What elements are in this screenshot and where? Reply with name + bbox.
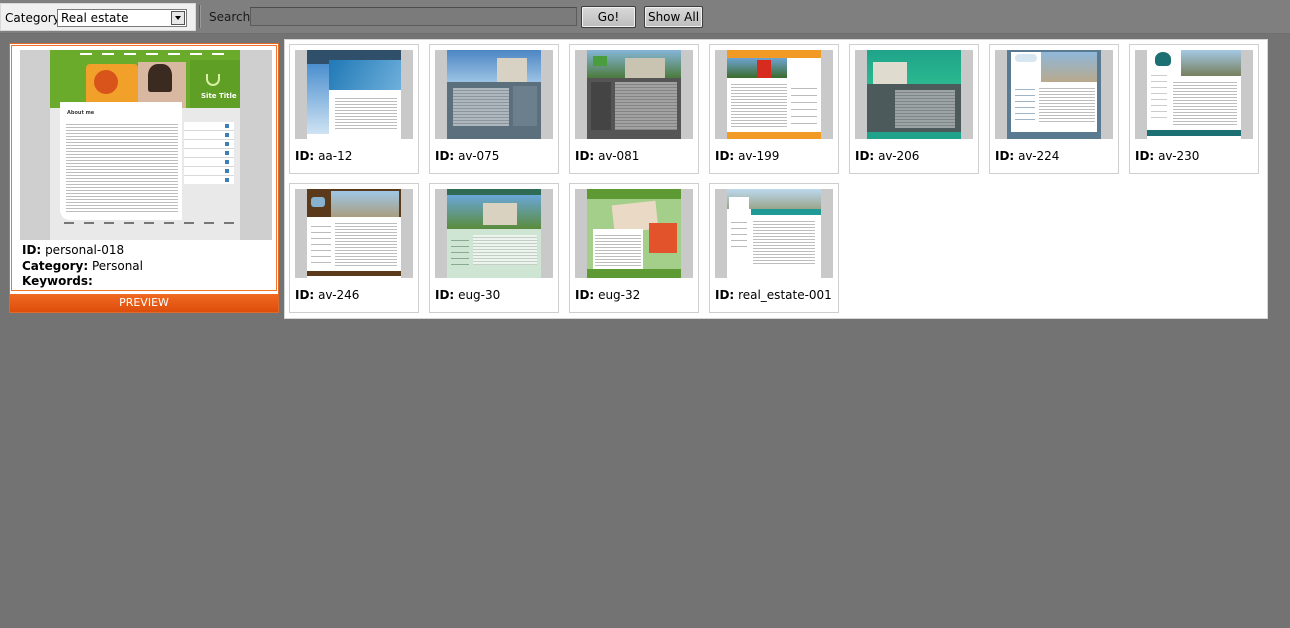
template-id: ID: av-224 [995, 149, 1059, 163]
mock-page [307, 50, 401, 139]
category-filter: Category Real estate [0, 3, 196, 31]
selected-category-label: Category: [22, 258, 89, 273]
template-thumbnail[interactable] [435, 50, 553, 139]
mock-footer [64, 222, 234, 224]
template-id: ID: av-081 [575, 149, 639, 163]
show-all-button[interactable]: Show All [644, 6, 703, 28]
mock-nav [50, 52, 240, 58]
selected-keywords-row: Keywords: [22, 274, 143, 290]
mock-heading: About me [67, 110, 95, 116]
template-id: ID: av-246 [295, 288, 359, 302]
template-id-label: ID: [295, 288, 315, 302]
template-thumbnail[interactable] [1135, 50, 1253, 139]
template-thumbnail[interactable] [295, 189, 413, 278]
template-id-value: av-246 [318, 288, 360, 302]
template-tile[interactable]: ID: av-081 [569, 44, 699, 174]
selected-id-label: ID: [22, 243, 42, 257]
mock-page [447, 50, 541, 139]
template-id-label: ID: [435, 149, 455, 163]
template-tile[interactable]: ID: eug-30 [429, 183, 559, 313]
chevron-down-icon[interactable] [171, 11, 185, 25]
template-thumbnail[interactable] [295, 50, 413, 139]
template-id-value: av-075 [458, 149, 500, 163]
mock-site-title: Site Title [201, 92, 237, 100]
selected-id-value: personal-018 [45, 243, 125, 257]
template-id-value: av-081 [598, 149, 640, 163]
template-id-value: eug-32 [598, 288, 641, 302]
template-id-label: ID: [575, 149, 595, 163]
template-thumbnail[interactable] [715, 189, 833, 278]
selected-category-row: Category: Personal [22, 259, 143, 275]
template-id-label: ID: [1135, 149, 1155, 163]
selected-template-thumbnail[interactable]: Site Title About me [20, 50, 272, 240]
template-tile[interactable]: ID: aa-12 [289, 44, 419, 174]
template-thumbnail[interactable] [995, 50, 1113, 139]
template-tile[interactable]: ID: av-230 [1129, 44, 1259, 174]
search-label: Search [209, 10, 251, 24]
template-id-value: aa-12 [318, 149, 353, 163]
mock-page [727, 50, 821, 139]
mock-page [587, 50, 681, 139]
toolbar: Category Real estate Search Go! Show All [0, 0, 1290, 34]
template-id: ID: eug-32 [575, 288, 640, 302]
mock-page [1007, 50, 1101, 139]
template-tile[interactable]: ID: eug-32 [569, 183, 699, 313]
mock-page [1147, 50, 1241, 139]
template-id: ID: aa-12 [295, 149, 352, 163]
selected-template-card[interactable]: Site Title About me ID: personal-018 Cat… [9, 43, 279, 313]
template-thumbnail[interactable] [435, 189, 553, 278]
template-thumbnail[interactable] [715, 50, 833, 139]
template-id-label: ID: [435, 288, 455, 302]
template-id-label: ID: [855, 149, 875, 163]
template-tile[interactable]: ID: av-224 [989, 44, 1119, 174]
template-id-label: ID: [575, 288, 595, 302]
selected-template-body: Site Title About me ID: personal-018 Cat… [11, 45, 277, 291]
mock-page [727, 189, 821, 278]
template-id-value: av-224 [1018, 149, 1060, 163]
category-select-value: Real estate [61, 11, 129, 25]
go-button[interactable]: Go! [581, 6, 636, 28]
mock-page [867, 50, 961, 139]
search-input[interactable] [250, 7, 577, 26]
template-id: ID: eug-30 [435, 288, 500, 302]
template-tile[interactable]: ID: real_estate-001 [709, 183, 839, 313]
template-id-label: ID: [995, 149, 1015, 163]
selected-category-value: Personal [91, 258, 143, 273]
template-tile[interactable]: ID: av-075 [429, 44, 559, 174]
template-thumbnail[interactable] [575, 189, 693, 278]
template-id-label: ID: [295, 149, 315, 163]
template-id: ID: av-075 [435, 149, 499, 163]
template-tile[interactable]: ID: av-246 [289, 183, 419, 313]
template-tile[interactable]: ID: av-199 [709, 44, 839, 174]
template-id: ID: av-199 [715, 149, 779, 163]
template-thumbnail[interactable] [575, 50, 693, 139]
category-select[interactable]: Real estate [57, 9, 187, 27]
mock-sidebar-bullets [225, 124, 229, 182]
selected-keywords-label: Keywords: [22, 274, 93, 288]
template-id-value: real_estate-001 [738, 288, 832, 302]
mock-page [307, 189, 401, 278]
template-id-value: av-206 [878, 149, 920, 163]
template-id-value: av-230 [1158, 149, 1200, 163]
template-id: ID: av-230 [1135, 149, 1199, 163]
toolbar-divider [199, 5, 201, 28]
selected-template-info: ID: personal-018 Category: Personal Keyw… [22, 243, 143, 290]
template-id: ID: real_estate-001 [715, 288, 832, 302]
mock-photo-hair [148, 64, 172, 92]
template-id-label: ID: [715, 149, 735, 163]
template-id: ID: av-206 [855, 149, 919, 163]
mock-text [66, 122, 178, 212]
mock-page [447, 189, 541, 278]
template-id-value: av-199 [738, 149, 780, 163]
template-id-value: eug-30 [458, 288, 501, 302]
template-id-label: ID: [715, 288, 735, 302]
preview-button[interactable]: PREVIEW [10, 294, 278, 312]
selected-id-row: ID: personal-018 [22, 243, 143, 259]
template-tile[interactable]: ID: av-206 [849, 44, 979, 174]
mock-page [587, 189, 681, 278]
template-grid: ID: aa-12 ID: av-075 ID: av-081 ID: av-1… [284, 39, 1268, 319]
template-thumbnail[interactable] [855, 50, 973, 139]
category-label: Category [5, 11, 60, 25]
mock-flower [94, 70, 118, 94]
